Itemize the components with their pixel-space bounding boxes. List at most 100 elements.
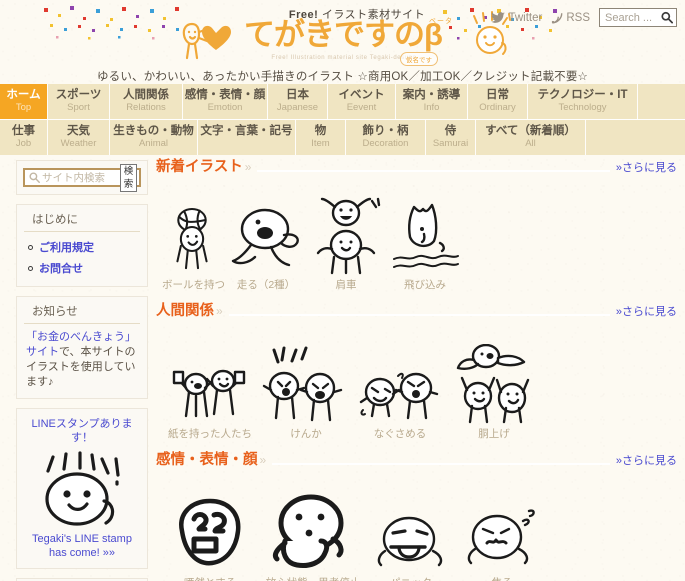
illustration-image: [454, 473, 550, 573]
nav-row-primary: ホーム Top スポーツ Sport 人間関係 Relations 感情・表情・顔 Emoti…: [0, 84, 685, 119]
nav-item-animal[interactable]: 生きもの・動物 Animal: [110, 120, 198, 155]
nav-item-top[interactable]: ホーム Top: [0, 84, 48, 119]
rss-label: RSS: [566, 11, 590, 24]
section-title: 人間関係: [156, 303, 214, 319]
illustration-image: [162, 324, 258, 424]
nav-item-job[interactable]: 仕事 Job: [0, 120, 48, 155]
nav-item-weather[interactable]: 天気 Weather: [48, 120, 110, 155]
sidebar-intro-link[interactable]: ご利用規定: [39, 239, 94, 255]
piggyback-shoulders-icon: [316, 197, 381, 275]
sidebar: 検索 はじめに ご利用規定お問合せ お知らせ 「お金のべんきょう」サイトで、本サ…: [0, 152, 150, 581]
nav-item-sport[interactable]: スポーツ Sport: [48, 84, 110, 119]
nav-item-[interactable]: 文字・言葉・記号: [198, 120, 296, 155]
chevron-right-icon: »: [216, 304, 223, 318]
nav-item-label-en: Weather: [60, 138, 97, 149]
comforting-icon: [359, 372, 439, 420]
nav-item-label-ja: イベント: [338, 89, 385, 101]
line-stamp-heading: LINEスタンプあります！: [31, 418, 133, 444]
chevron-right-icon: »: [259, 453, 267, 467]
header-links: Twitter RSS: [491, 8, 677, 27]
nav-item-label-ja: 仕事: [12, 125, 35, 137]
logo-kariname-badge: 仮名です: [400, 52, 438, 66]
nav-item-ordinary[interactable]: 日常 Ordinary: [468, 84, 528, 119]
chevron-right-icon: »: [244, 160, 252, 174]
section-divider: [228, 314, 610, 316]
nav-item-label-en: Sport: [67, 102, 90, 113]
nav-item-emotion[interactable]: 感情・表情・顔 Emotion: [183, 84, 268, 119]
illustration-thumbnail[interactable]: 唖然とする: [162, 473, 258, 581]
header-search-input[interactable]: [605, 11, 659, 24]
sidebar-line-stamp-box[interactable]: LINEスタンプあります！ Tegaki's LINE stamp has co…: [16, 408, 148, 569]
illustration-thumbnail[interactable]: 紙を持った人たち: [162, 324, 258, 441]
nav-item-label-ja: 天気: [67, 125, 90, 137]
quarrel-fight-icon: [262, 346, 343, 422]
nav-item-all[interactable]: すべて（新着順） All: [476, 120, 586, 155]
page-root: Free! イラスト素材サイト てがきですのβ ベータ Free! Illust…: [0, 0, 685, 581]
nav-item-label-ja: 物: [314, 125, 327, 137]
header-search-box[interactable]: [599, 8, 677, 27]
rss-link[interactable]: RSS: [551, 12, 590, 24]
illustration-caption: なぐさめる: [373, 428, 427, 440]
nav-item-label-en: [198, 138, 295, 150]
illustration-image: [368, 473, 454, 573]
nav-item-label-ja: 日常: [486, 89, 509, 101]
nav-item-info[interactable]: 案内・誘導 Info: [396, 84, 468, 119]
section-more-link[interactable]: »さらに見る: [616, 452, 677, 468]
nav-item-label-en: Decoration: [362, 138, 409, 149]
nav-row-secondary: 仕事 Job 天気 Weather 生きもの・動物 Animal 文字・言葉・記号 物 Ite…: [0, 119, 685, 155]
nav-item-samurai[interactable]: 侍 Samurai: [426, 120, 476, 155]
sidebar-intro-link[interactable]: お問合せ: [39, 260, 83, 276]
nav-spacer: [638, 84, 685, 119]
section-title: 新着イラスト: [156, 159, 243, 175]
illustration-thumbnail[interactable]: パニック: [368, 473, 454, 581]
illustration-caption: 放心状態・思考停止: [258, 575, 368, 581]
site-logo[interactable]: Free! イラスト素材サイト てがきですのβ ベータ Free! Illust…: [178, 6, 511, 68]
nav-item-label-ja: テクノロジー・IT: [537, 89, 628, 101]
illustration-image: [354, 324, 446, 424]
section-title-link[interactable]: 新着イラスト»: [156, 155, 251, 176]
line-stamp-footer: Tegaki's LINE stamp has come! »»: [32, 533, 132, 559]
section-title: 感情・表情・顔: [156, 452, 258, 468]
nav-item-label-en: Relations: [126, 102, 166, 113]
illustration-thumbnail[interactable]: 胴上げ: [446, 324, 542, 441]
section-more-link[interactable]: »さらに見る: [616, 303, 677, 319]
illustration-thumbnail[interactable]: けんか: [258, 324, 354, 441]
magnifier-icon[interactable]: [661, 11, 673, 24]
illustration-caption: パニック: [368, 575, 454, 581]
illustration-thumbnail[interactable]: 放心状態・思考停止: [258, 473, 368, 581]
nav-item-eevent[interactable]: イベント Eevent: [328, 84, 396, 119]
list-item[interactable]: お問合せ: [25, 258, 139, 279]
nav-item-japanese[interactable]: 日本 Japanese: [268, 84, 328, 119]
nav-item-decoration[interactable]: 飾り・柄 Decoration: [346, 120, 426, 155]
section-title-link[interactable]: 感情・表情・顔»: [156, 448, 266, 469]
nav-item-technology[interactable]: テクノロジー・IT Technology: [528, 84, 638, 119]
sidebar-search-input[interactable]: [42, 171, 120, 184]
section-header: 感情・表情・顔» »さらに見る: [156, 449, 677, 469]
bullet-icon: [28, 265, 33, 271]
nav-item-item[interactable]: 物 Item: [296, 120, 346, 155]
blank-stare-face-icon: [272, 494, 344, 568]
illustration-thumbnail[interactable]: ボールを持つ: [162, 180, 225, 292]
twitter-link[interactable]: Twitter: [491, 12, 542, 24]
illustration-caption: 胴上げ: [478, 428, 510, 440]
illustration-thumbnail[interactable]: なぐさめる: [354, 324, 446, 441]
section-more-link[interactable]: »さらに見る: [616, 159, 677, 175]
nav-item-relations[interactable]: 人間関係 Relations: [110, 84, 183, 119]
twitter-label: Twitter: [508, 11, 543, 24]
illustration-caption: 走る（2種）: [236, 279, 296, 291]
list-item[interactable]: ご利用規定: [25, 237, 139, 258]
thumbnail-row: ボールを持つ 走る（2種） 肩車 飛び込み: [156, 176, 677, 292]
illustration-thumbnail[interactable]: 走る（2種）: [222, 180, 310, 292]
illustration-caption: 焦る: [454, 575, 550, 581]
logo-wordmark: てがきですのβ: [244, 17, 443, 52]
sidebar-search-button[interactable]: 検索: [120, 163, 137, 192]
content-area: 検索 はじめに ご利用規定お問合せ お知らせ 「お金のべんきょう」サイトで、本サ…: [0, 152, 685, 581]
sidebar-search-field[interactable]: 検索: [23, 163, 141, 192]
illustration-thumbnail[interactable]: 肩車: [310, 180, 382, 292]
twitter-bird-icon: [491, 11, 506, 23]
illustration-thumbnail[interactable]: 飛び込み: [382, 180, 468, 292]
illustration-thumbnail[interactable]: 焦る: [454, 473, 550, 581]
sidebar-intro-title: はじめに: [24, 205, 140, 232]
section-title-link[interactable]: 人間関係»: [156, 299, 223, 320]
logo-wordmark-text: てがきですの: [244, 17, 425, 52]
